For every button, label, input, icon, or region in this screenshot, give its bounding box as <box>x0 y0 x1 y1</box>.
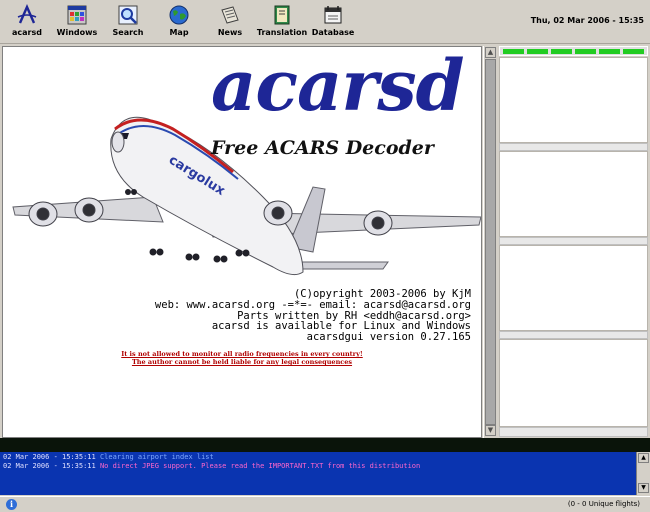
acarsd-logo-icon <box>17 4 37 24</box>
logo-subtitle: Free ACARS Decoder <box>211 137 434 159</box>
windows-button-label: Windows <box>56 28 98 37</box>
translation-button[interactable]: Translation <box>255 2 309 42</box>
news-button[interactable]: News <box>203 2 257 42</box>
scroll-down-arrow-icon[interactable]: ▼ <box>485 425 496 436</box>
acarsd-button-label: acarsd <box>12 28 42 37</box>
log-header-strip <box>0 438 650 452</box>
status-led-bar <box>499 46 648 56</box>
side-panel-4[interactable] <box>499 339 648 427</box>
status-led <box>503 49 524 54</box>
scroll-up-arrow-icon[interactable]: ▲ <box>485 47 496 58</box>
unique-flights-count: (0 - 0 Unique flights) <box>567 500 640 508</box>
credits: (C)opyright 2003-2006 by KjM web: www.ac… <box>155 289 471 343</box>
status-led <box>623 49 644 54</box>
splash-panel: cargolux acarsd Free ACARS Decoder (C)op… <box>2 46 482 438</box>
log-timestamp: 02 Mar 2006 - 15:35:11 <box>3 462 96 470</box>
log-scroll-down-arrow-icon[interactable]: ▼ <box>638 483 649 493</box>
warning-line: The author cannot be held liable for any… <box>131 358 353 366</box>
map-button-label: Map <box>169 28 189 37</box>
windows-button[interactable]: Windows <box>50 2 104 42</box>
side-panel-separator <box>499 331 648 339</box>
log-message: No direct JPEG support. Please read the … <box>99 462 421 470</box>
database-button-label: Database <box>311 28 355 37</box>
book-icon <box>274 5 290 25</box>
log-timestamp: 02 Mar 2006 - 15:35:11 <box>3 453 96 461</box>
news-button-label: News <box>217 28 243 37</box>
log-entry: 02 Mar 2006 - 15:35:11 No direct JPEG su… <box>3 462 633 471</box>
credits-line: web: www.acarsd.org -=*=- email: acarsd@… <box>154 298 471 311</box>
database-icon <box>324 6 342 24</box>
clock: Thu, 02 Mar 2006 - 15:35 <box>530 16 644 25</box>
main-scrollbar[interactable]: ▲ ▼ <box>483 46 496 438</box>
warning-line: It is not allowed to monitor all radio f… <box>121 350 363 358</box>
globe-icon <box>169 5 189 25</box>
log-scrollbar[interactable]: ▲ ▼ <box>636 452 650 495</box>
credits-line: acarsdgui version 0.27.165 <box>306 331 471 344</box>
statusbar: i (0 - 0 Unique flights) <box>0 496 650 512</box>
search-button[interactable]: Search <box>101 2 155 42</box>
log-entry: 02 Mar 2006 - 15:35:11 Clearing airport … <box>3 453 633 462</box>
info-icon[interactable]: i <box>6 499 17 510</box>
side-panel-separator <box>499 143 648 151</box>
side-panel-separator <box>499 427 648 437</box>
status-led <box>527 49 548 54</box>
newspaper-icon <box>221 6 239 24</box>
database-button[interactable]: Database <box>306 2 360 42</box>
status-led <box>551 49 572 54</box>
status-led <box>575 49 596 54</box>
log-window[interactable]: 02 Mar 2006 - 15:35:11 Clearing airport … <box>0 452 636 495</box>
log-scroll-up-arrow-icon[interactable]: ▲ <box>638 453 649 463</box>
acarsd-button[interactable]: acarsd <box>0 2 54 42</box>
search-button-label: Search <box>112 28 144 37</box>
map-button[interactable]: Map <box>152 2 206 42</box>
side-panel-2[interactable] <box>499 151 648 237</box>
status-led <box>599 49 620 54</box>
search-icon <box>118 5 138 25</box>
toolbar: acarsd Windows Search Map News Translati… <box>0 0 650 44</box>
windows-icon <box>67 5 87 25</box>
acarsd-logo-text: acarsd <box>211 46 465 127</box>
side-panel-3[interactable] <box>499 245 648 331</box>
log-message: Clearing airport index list <box>99 453 214 461</box>
side-panel-separator <box>499 237 648 245</box>
scrollbar-thumb[interactable] <box>485 59 496 425</box>
legal-warning: It is not allowed to monitor all radio f… <box>67 350 417 366</box>
translation-button-label: Translation <box>256 28 308 37</box>
side-panel-1[interactable] <box>499 57 648 143</box>
